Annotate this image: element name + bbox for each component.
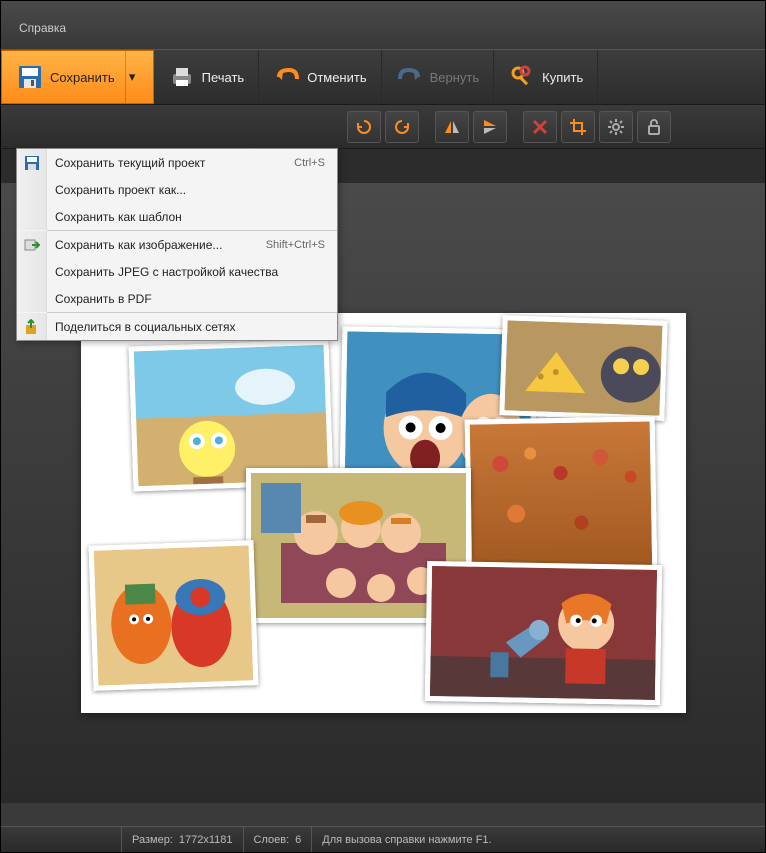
save-menu-item[interactable]: Сохранить как изображение...Shift+Ctrl+S bbox=[17, 231, 337, 258]
save-menu-item[interactable]: Поделиться в социальных сетях bbox=[17, 313, 337, 340]
crop-button[interactable] bbox=[561, 111, 595, 143]
menu-item-shortcut: Shift+Ctrl+S bbox=[266, 239, 325, 251]
menu-item-shortcut: Ctrl+S bbox=[294, 157, 325, 169]
menu-item-label: Сохранить JPEG с настройкой качества bbox=[47, 265, 325, 279]
save-icon bbox=[17, 149, 47, 176]
status-bar: Размер: 1772x1181 Слоев: 6 Для вызова сп… bbox=[1, 826, 765, 852]
undo-icon bbox=[273, 63, 301, 91]
export-icon bbox=[17, 231, 47, 258]
main-toolbar: Сохранить ▾ Печать Отменить Вернуть Ку bbox=[1, 49, 765, 105]
menu-item-label: Поделиться в социальных сетях bbox=[47, 320, 325, 334]
menu-item-label: Сохранить в PDF bbox=[47, 292, 325, 306]
print-button[interactable]: Печать bbox=[154, 50, 260, 104]
print-icon bbox=[168, 63, 196, 91]
flip-vertical-button[interactable] bbox=[473, 111, 507, 143]
undo-button[interactable]: Отменить bbox=[259, 50, 381, 104]
share-icon bbox=[17, 313, 47, 340]
menu-bar: Справка bbox=[1, 1, 765, 49]
redo-button[interactable]: Вернуть bbox=[382, 50, 495, 104]
collage-photo[interactable] bbox=[499, 315, 667, 421]
status-size: Размер: 1772x1181 bbox=[121, 827, 243, 852]
collage-photo[interactable] bbox=[88, 540, 258, 691]
menu-item-label: Сохранить как изображение... bbox=[47, 238, 266, 252]
save-dropdown-arrow[interactable]: ▾ bbox=[125, 51, 139, 103]
key-icon bbox=[508, 63, 536, 91]
menu-item-label: Сохранить проект как... bbox=[47, 183, 325, 197]
menu-help[interactable]: Справка bbox=[19, 21, 66, 35]
secondary-toolbar bbox=[1, 105, 765, 149]
lock-button[interactable] bbox=[637, 111, 671, 143]
collage-photo[interactable] bbox=[464, 416, 657, 579]
rotate-right-button[interactable] bbox=[385, 111, 419, 143]
blank-icon bbox=[17, 285, 47, 312]
undo-label: Отменить bbox=[307, 70, 366, 85]
save-dropdown-menu: Сохранить текущий проектCtrl+SСохранить … bbox=[16, 148, 338, 341]
buy-label: Купить bbox=[542, 70, 583, 85]
blank-icon bbox=[17, 203, 47, 230]
menu-item-label: Сохранить текущий проект bbox=[47, 156, 294, 170]
buy-button[interactable]: Купить bbox=[494, 50, 598, 104]
save-icon bbox=[16, 63, 44, 91]
blank-icon bbox=[17, 258, 47, 285]
status-layers: Слоев: 6 bbox=[243, 827, 312, 852]
delete-button[interactable] bbox=[523, 111, 557, 143]
app-window: Справка Сохранить ▾ Печать Отменить bbox=[0, 0, 766, 853]
redo-icon bbox=[396, 63, 424, 91]
rotate-left-button[interactable] bbox=[347, 111, 381, 143]
collage-photo[interactable] bbox=[424, 561, 661, 705]
save-menu-item[interactable]: Сохранить текущий проектCtrl+S bbox=[17, 149, 337, 176]
print-label: Печать bbox=[202, 70, 245, 85]
blank-icon bbox=[17, 176, 47, 203]
save-menu-item[interactable]: Сохранить в PDF bbox=[17, 285, 337, 312]
save-menu-item[interactable]: Сохранить JPEG с настройкой качества bbox=[17, 258, 337, 285]
flip-horizontal-button[interactable] bbox=[435, 111, 469, 143]
save-button[interactable]: Сохранить ▾ bbox=[1, 50, 154, 104]
collage-canvas[interactable] bbox=[81, 313, 686, 713]
menu-item-label: Сохранить как шаблон bbox=[47, 210, 325, 224]
save-menu-item[interactable]: Сохранить как шаблон bbox=[17, 203, 337, 230]
save-label: Сохранить bbox=[50, 70, 115, 85]
settings-button[interactable] bbox=[599, 111, 633, 143]
redo-label: Вернуть bbox=[430, 70, 480, 85]
save-menu-item[interactable]: Сохранить проект как... bbox=[17, 176, 337, 203]
status-help-hint: Для вызова справки нажмите F1. bbox=[311, 827, 501, 852]
